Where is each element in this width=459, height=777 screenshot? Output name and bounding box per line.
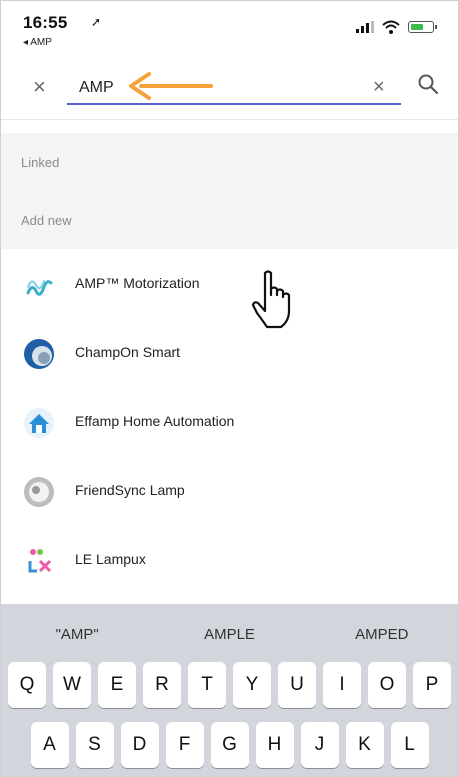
section-linked-label: Linked: [21, 155, 60, 170]
champon-smart-icon: [24, 339, 54, 369]
search-bar: × ×: [1, 59, 458, 120]
results-list: AMP™ Motorization ChampOn Smart Effamp H…: [1, 249, 458, 594]
key[interactable]: O: [368, 662, 406, 708]
section-add-new-label: Add new: [21, 213, 72, 228]
section-linked: Linked: [1, 133, 458, 191]
key[interactable]: J: [300, 722, 339, 768]
pointer-hand-icon: [251, 270, 291, 329]
key[interactable]: U: [278, 662, 316, 708]
list-item[interactable]: LE Lampux: [1, 525, 458, 594]
clear-search-icon[interactable]: ×: [373, 76, 385, 98]
suggestion-item[interactable]: AMPLE: [153, 604, 305, 658]
status-icons: [356, 19, 437, 35]
key[interactable]: A: [30, 722, 69, 768]
suggestion-item[interactable]: AMPED: [306, 604, 458, 658]
list-item[interactable]: AMP™ Motorization: [1, 249, 458, 318]
keyboard-row-2: A S D F G H J K L: [1, 722, 458, 768]
key[interactable]: Q: [8, 662, 46, 708]
status-time: 16:55: [23, 13, 68, 32]
search-icon[interactable]: [417, 73, 439, 95]
key[interactable]: H: [255, 722, 294, 768]
list-item-name: Effamp Home Automation: [75, 413, 235, 429]
phone-screen: 16:55 ➚ ◂ AMP × ×: [0, 0, 459, 777]
list-item[interactable]: FriendSync Lamp: [1, 456, 458, 525]
onscreen-keyboard: "AMP" AMPLE AMPED Q W E R T Y U I O P A …: [1, 604, 458, 776]
key[interactable]: R: [143, 662, 181, 708]
friendsync-lamp-icon: [24, 477, 54, 507]
key[interactable]: T: [188, 662, 226, 708]
list-item-name: LE Lampux: [75, 551, 146, 567]
effamp-home-icon: [24, 408, 54, 438]
battery-icon: [408, 21, 437, 33]
suggestion-item[interactable]: "AMP": [1, 604, 153, 658]
amp-motorization-icon: [26, 280, 53, 296]
keyboard-suggestions: "AMP" AMPLE AMPED: [1, 604, 458, 658]
wifi-icon: [382, 20, 400, 34]
key[interactable]: K: [345, 722, 384, 768]
close-icon[interactable]: ×: [33, 76, 46, 98]
search-field-container: [67, 73, 401, 105]
key[interactable]: E: [98, 662, 136, 708]
keyboard-row-1: Q W E R T Y U I O P: [1, 662, 458, 708]
key[interactable]: D: [120, 722, 159, 768]
key[interactable]: L: [390, 722, 429, 768]
key[interactable]: S: [75, 722, 114, 768]
le-lampux-icon: [28, 549, 52, 573]
key[interactable]: F: [165, 722, 204, 768]
key[interactable]: W: [53, 662, 91, 708]
list-item[interactable]: ChampOn Smart: [1, 318, 458, 387]
cellular-signal-icon: [356, 21, 374, 33]
list-item-name: FriendSync Lamp: [75, 482, 185, 498]
key[interactable]: P: [413, 662, 451, 708]
list-item-name: AMP™ Motorization: [75, 275, 200, 291]
annotation-arrow-icon: [129, 72, 213, 100]
status-bar: 16:55 ➚ ◂ AMP: [1, 1, 458, 59]
key[interactable]: G: [210, 722, 249, 768]
section-add-new: Add new: [1, 191, 458, 249]
key[interactable]: Y: [233, 662, 271, 708]
list-item-name: ChampOn Smart: [75, 344, 181, 360]
key[interactable]: I: [323, 662, 361, 708]
back-to-app-link[interactable]: ◂ AMP: [23, 37, 52, 48]
list-item[interactable]: Effamp Home Automation: [1, 387, 458, 456]
location-arrow-icon: ➚: [91, 15, 102, 29]
